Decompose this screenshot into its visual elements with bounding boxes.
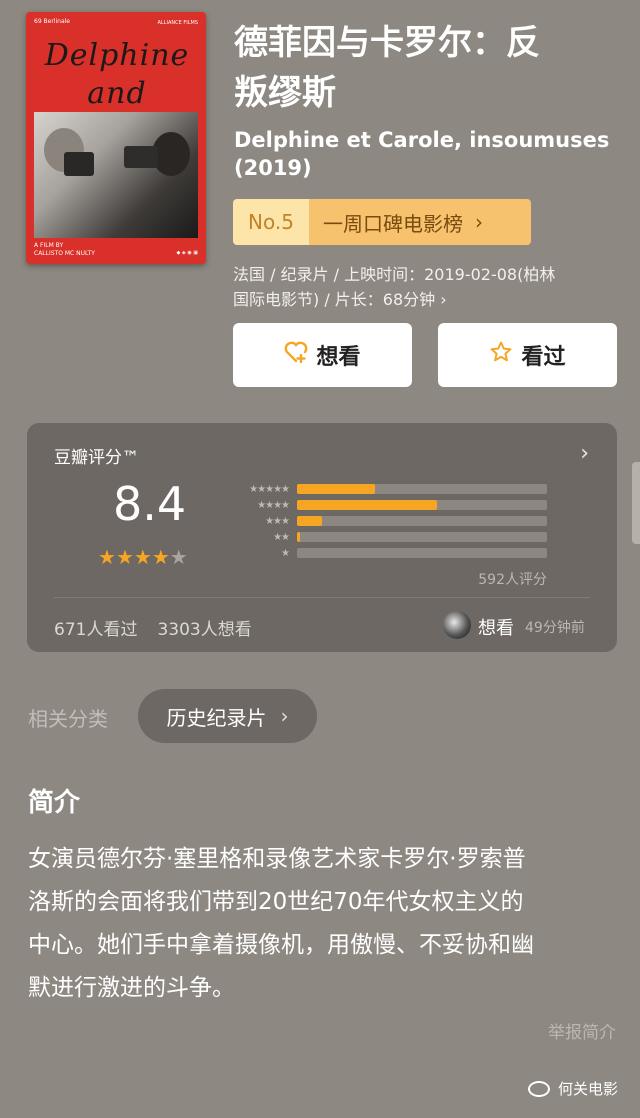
report-synopsis-link[interactable]: 举报简介: [548, 1018, 616, 1043]
friend-action: 想看: [478, 618, 514, 639]
distribution-bar-fill: [297, 500, 437, 510]
poster-title-line1: Delphine: [44, 38, 190, 73]
chevron-right-icon[interactable]: ›: [580, 441, 589, 466]
poster-distributor: ALLIANCE FILMS: [157, 20, 199, 26]
seen-count[interactable]: 671人看过: [54, 620, 137, 640]
want-to-watch-label: 想看: [316, 345, 361, 370]
distribution-row: ★★: [225, 531, 547, 543]
movie-poster[interactable]: 69 Berlinale ALLIANCE FILMS Delphine and…: [26, 12, 206, 264]
category-chip[interactable]: 历史纪录片 ›: [138, 689, 317, 743]
want-to-watch-button[interactable]: 想看: [233, 323, 412, 387]
distribution-stars: ★★★★: [257, 499, 290, 511]
star-icon: ★: [98, 545, 116, 569]
rating-card[interactable]: 豆瓣评分™ › 8.4 ★★★★★ ★★★★★ ★★★★ ★★★ ★★ ★ 592人评分…: [27, 423, 617, 652]
distribution-bar-fill: [297, 516, 322, 526]
poster-logos: ◆ ◈ ◉ ▣: [176, 250, 198, 256]
rank-badge[interactable]: No.5 一周口碑电影榜 ›: [233, 199, 531, 245]
distribution-stars: ★: [281, 547, 290, 559]
distribution-row: ★★★★★: [225, 483, 547, 495]
watched-label: 看过: [521, 345, 566, 370]
avatar[interactable]: [443, 611, 471, 639]
rating-score: 8.4: [113, 477, 187, 531]
movie-title: 德菲因与卡罗尔：反 叛缪斯: [234, 23, 540, 113]
distribution-row: ★★★★: [225, 499, 547, 511]
distribution-stars: ★★★★★: [249, 483, 290, 495]
friend-action-time: 49分钟前: [525, 620, 585, 636]
scrollbar[interactable]: [632, 462, 640, 544]
audience-stats: 671人看过 3303人想看: [54, 615, 252, 640]
synopsis-title: 简介: [28, 788, 81, 818]
distribution-row: ★: [225, 547, 547, 559]
rank-number: No.5: [233, 199, 309, 245]
distribution-bar-fill: [297, 532, 300, 542]
chevron-right-icon: ›: [475, 210, 483, 234]
heart-plus-icon: [284, 341, 308, 369]
wechat-icon: [527, 1080, 550, 1097]
star-outline-icon: [489, 340, 513, 370]
want-count[interactable]: 3303人想看: [157, 620, 251, 640]
chevron-right-icon: ›: [280, 704, 289, 728]
star-icon: ★: [115, 545, 134, 569]
distribution-bar: [297, 484, 547, 494]
star-icon: ★: [169, 545, 188, 569]
star-icon: ★: [133, 545, 152, 569]
star-icon: ★: [151, 545, 170, 569]
rating-count: 592人评分: [478, 572, 547, 588]
poster-photo: [34, 112, 198, 238]
distribution-bar: [297, 500, 547, 510]
rating-label: 豆瓣评分™: [54, 448, 139, 468]
synopsis-text: 女演员德尔芬·塞里格和录像艺术家卡罗尔·罗索普 洛斯的会面将我们带到20世纪70…: [28, 846, 534, 1001]
movie-meta-info[interactable]: 法国 / 纪录片 / 上映时间：2019-02-08(柏林 国际电影节) / 片…: [233, 262, 625, 312]
distribution-bar-fill: [297, 484, 375, 494]
divider: [54, 597, 590, 598]
distribution-bar: [297, 516, 547, 526]
rank-list-name: 一周口碑电影榜: [323, 211, 463, 236]
poster-festival-mark: 69 Berlinale: [34, 18, 70, 25]
watermark: 何关电影: [527, 1078, 618, 1099]
distribution-row: ★★★: [225, 515, 547, 527]
rating-stars: ★★★★★: [98, 545, 188, 569]
category-label: 相关分类: [28, 707, 108, 731]
distribution-stars: ★★: [273, 531, 290, 543]
original-title: Delphine et Carole, insoumuses (2019): [234, 128, 610, 180]
watermark-text: 何关电影: [557, 1080, 618, 1098]
distribution-stars: ★★★: [265, 515, 290, 527]
distribution-bar: [297, 532, 547, 542]
rank-list-link[interactable]: 一周口碑电影榜 ›: [309, 199, 531, 245]
category-chip-label: 历史纪录片: [166, 705, 267, 730]
poster-credit: A FILM BY CALLISTO MC NULTY: [34, 242, 95, 257]
distribution-bar: [297, 548, 547, 558]
watched-button[interactable]: 看过: [438, 323, 617, 387]
